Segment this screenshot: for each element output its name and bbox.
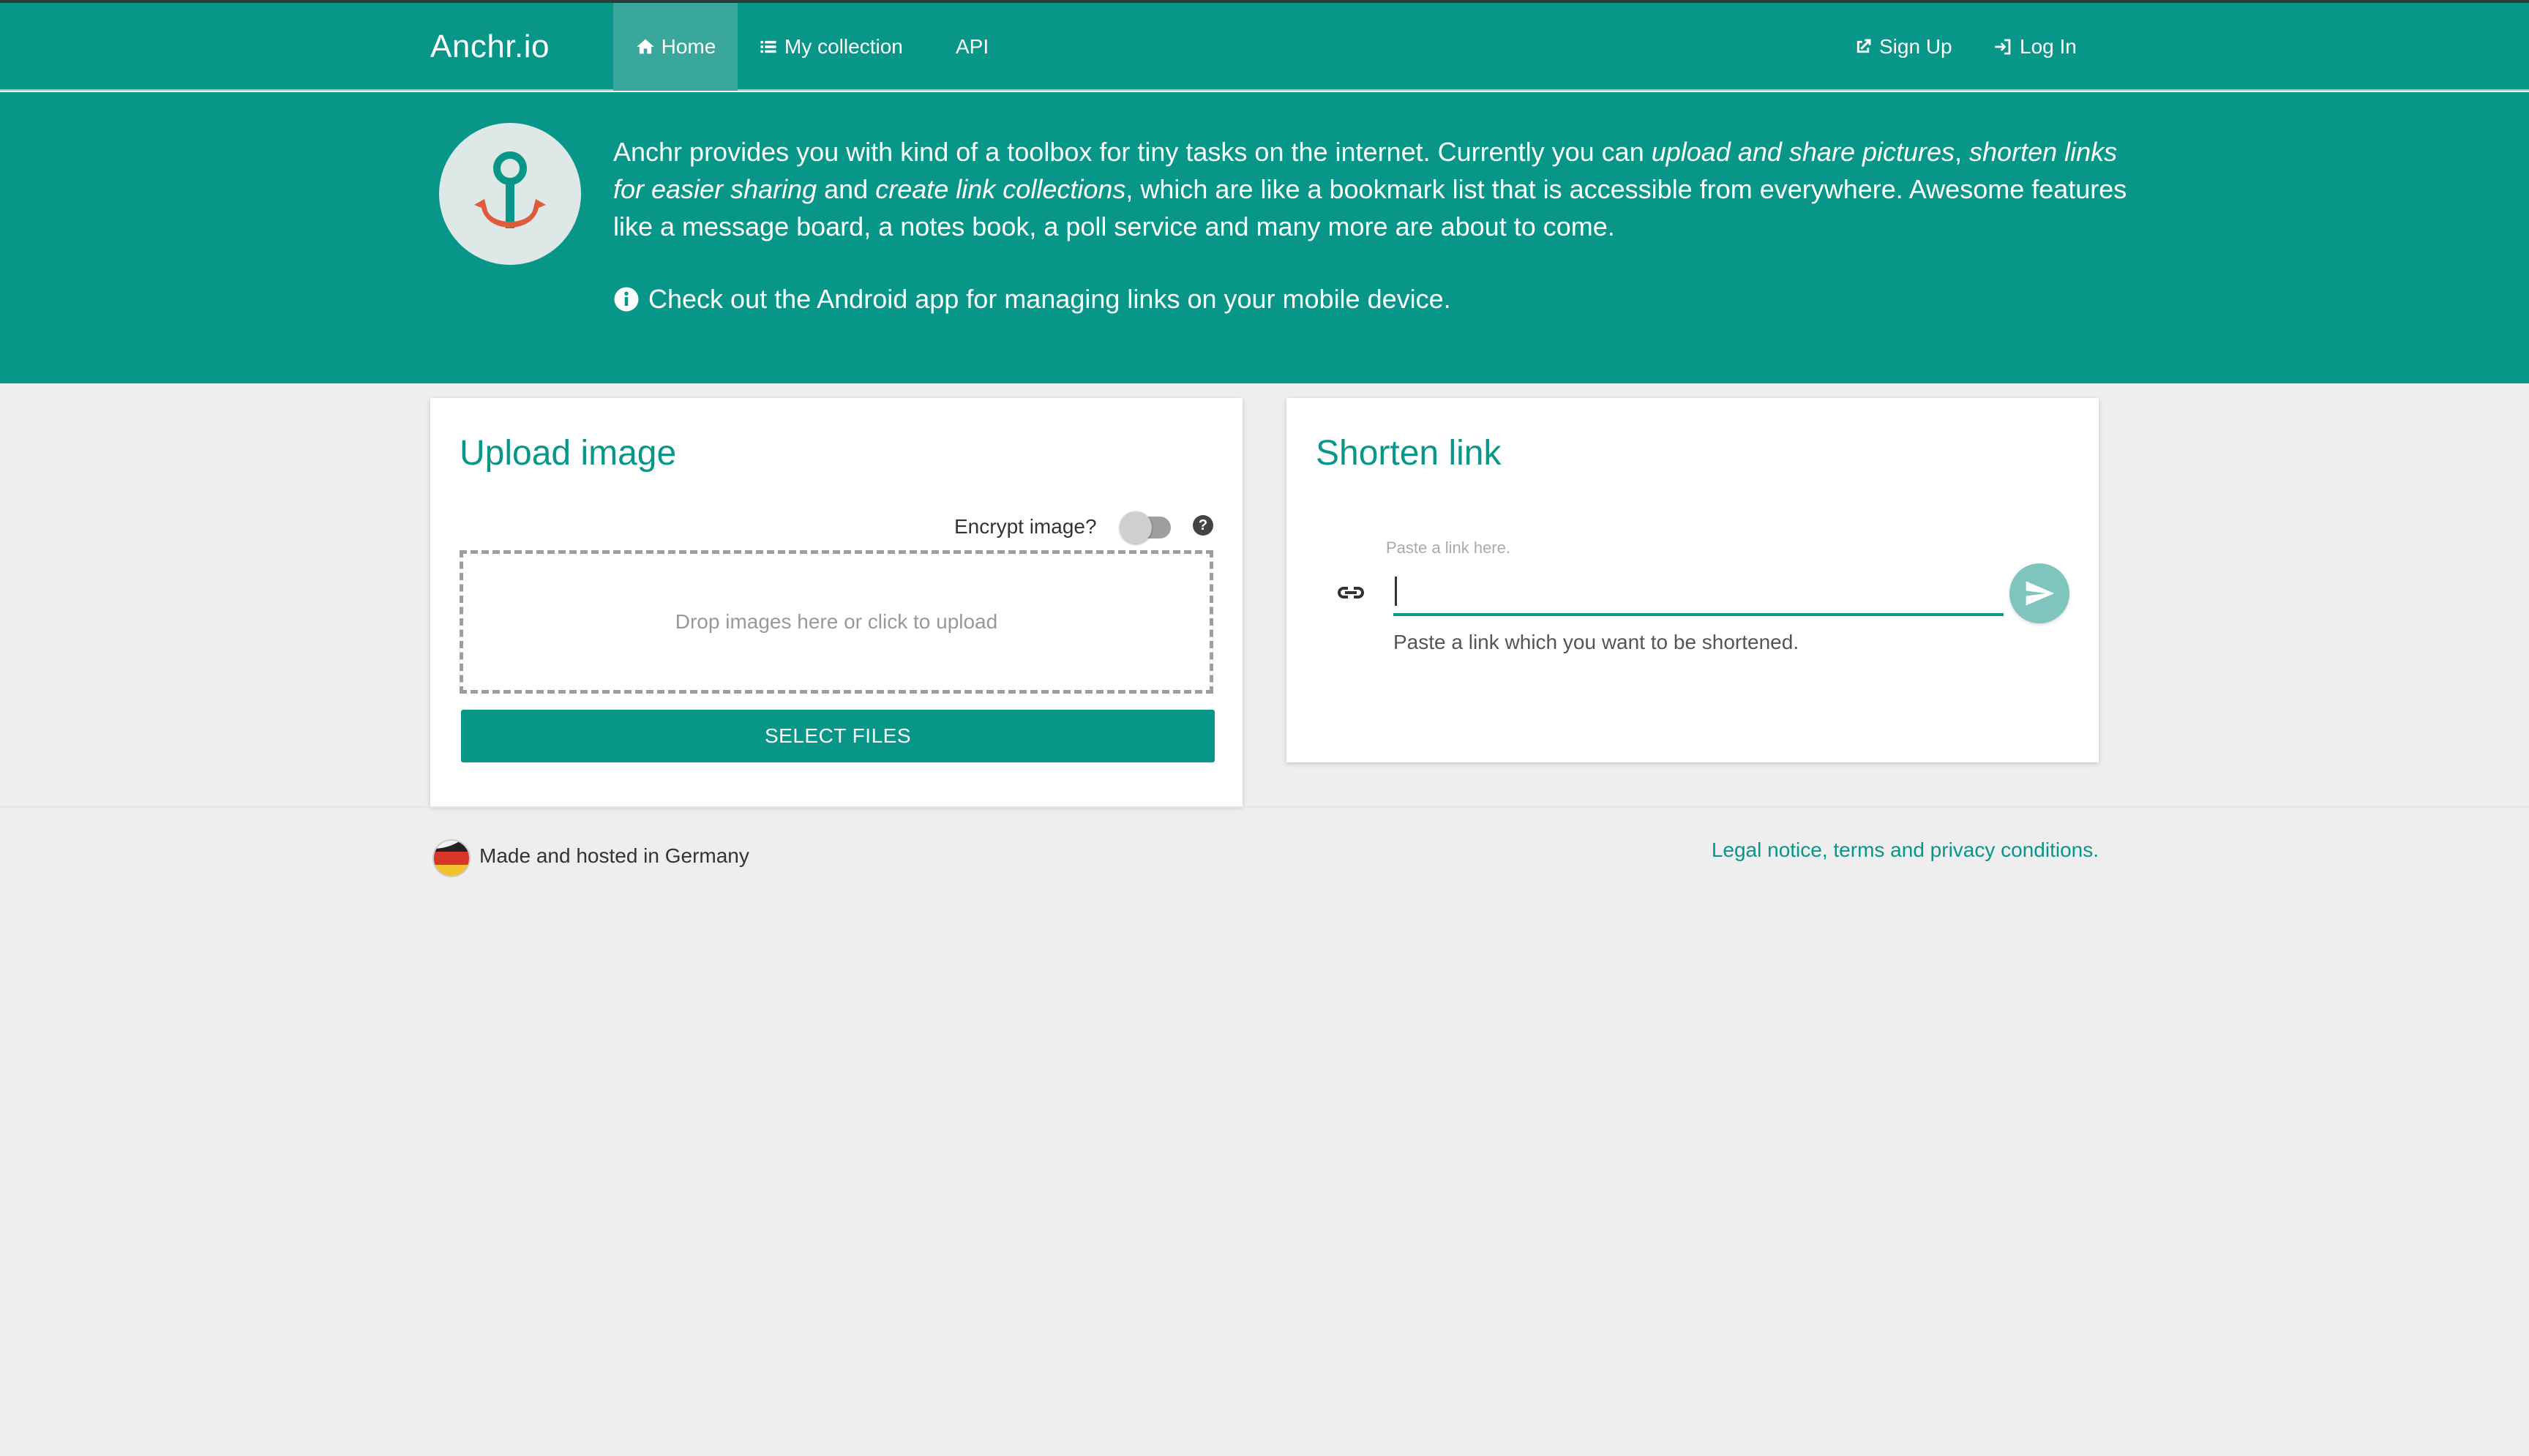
nav-api-label: API [956,35,989,58]
link-icon [1338,587,1364,598]
login-icon [1995,39,2011,55]
brand-logo-text[interactable]: Anchr.io [430,3,550,91]
nav-home-label: Home [661,35,716,58]
shorten-card-title: Shorten link [1316,434,1502,473]
send-icon [2026,581,2055,606]
upload-card-title: Upload image [460,434,677,473]
nav-my-collection-label: My collection [784,35,903,58]
nav-log-in[interactable]: Log In [1993,3,2077,91]
footer-divider [0,806,2529,808]
image-dropzone[interactable]: Drop images here or click to upload [460,550,1213,694]
list-icon [760,40,776,53]
hero-text-segment: Anchr provides you with kind of a toolbo… [613,137,1652,167]
footer-legal-link[interactable]: Legal notice, terms and privacy conditio… [1712,838,2099,862]
upload-image-card: Upload image Encrypt image? ? Drop image… [430,398,1243,806]
help-icon[interactable]: ? [1193,515,1213,536]
nav-home[interactable]: Home [613,3,738,91]
shorten-link-card: Shorten link Paste a link here. Paste a … [1286,398,2099,762]
encrypt-toggle-knob[interactable] [1120,511,1152,544]
dropzone-text: Drop images here or click to upload [675,610,998,633]
android-app-note-text[interactable]: Check out the Android app for managing l… [648,284,1451,315]
link-input-hint: Paste a link here. [1386,539,1510,557]
home-icon [636,39,654,54]
android-app-note: Check out the Android app for managing l… [613,284,1451,315]
hero-text-segment: and [817,174,876,204]
link-input[interactable] [1393,563,2004,616]
nav-sign-up[interactable]: Sign Up [1853,3,1952,91]
anchor-icon [474,151,546,228]
shorten-submit-button[interactable] [2009,563,2069,623]
navbar: Anchr.io Home My collection API Sign Up … [0,3,2529,91]
footer-made-in-germany: Made and hosted in Germany [479,844,749,867]
info-icon [614,287,639,312]
hero-text-segment: , [1955,137,1970,167]
select-files-button[interactable]: SELECT FILES [461,710,1215,762]
link-input-helper: Paste a link which you want to be shorte… [1393,631,1799,653]
encrypt-label: Encrypt image? [954,515,1097,538]
hero-banner: Anchr provides you with kind of a toolbo… [0,92,2529,383]
external-link-icon [1857,39,1871,53]
nav-log-in-label: Log In [2020,35,2077,58]
hero-feature-collections: create link collections [875,174,1126,204]
nav-my-collection[interactable]: My collection [758,3,903,91]
hero-feature-upload: upload and share pictures [1651,137,1955,167]
text-cursor [1395,577,1397,606]
anchor-logo [439,123,581,265]
nav-api[interactable]: API [956,3,989,91]
nav-sign-up-label: Sign Up [1879,35,1952,58]
germany-flag-icon [432,839,471,877]
hero-description: Anchr provides you with kind of a toolbo… [613,133,2135,245]
